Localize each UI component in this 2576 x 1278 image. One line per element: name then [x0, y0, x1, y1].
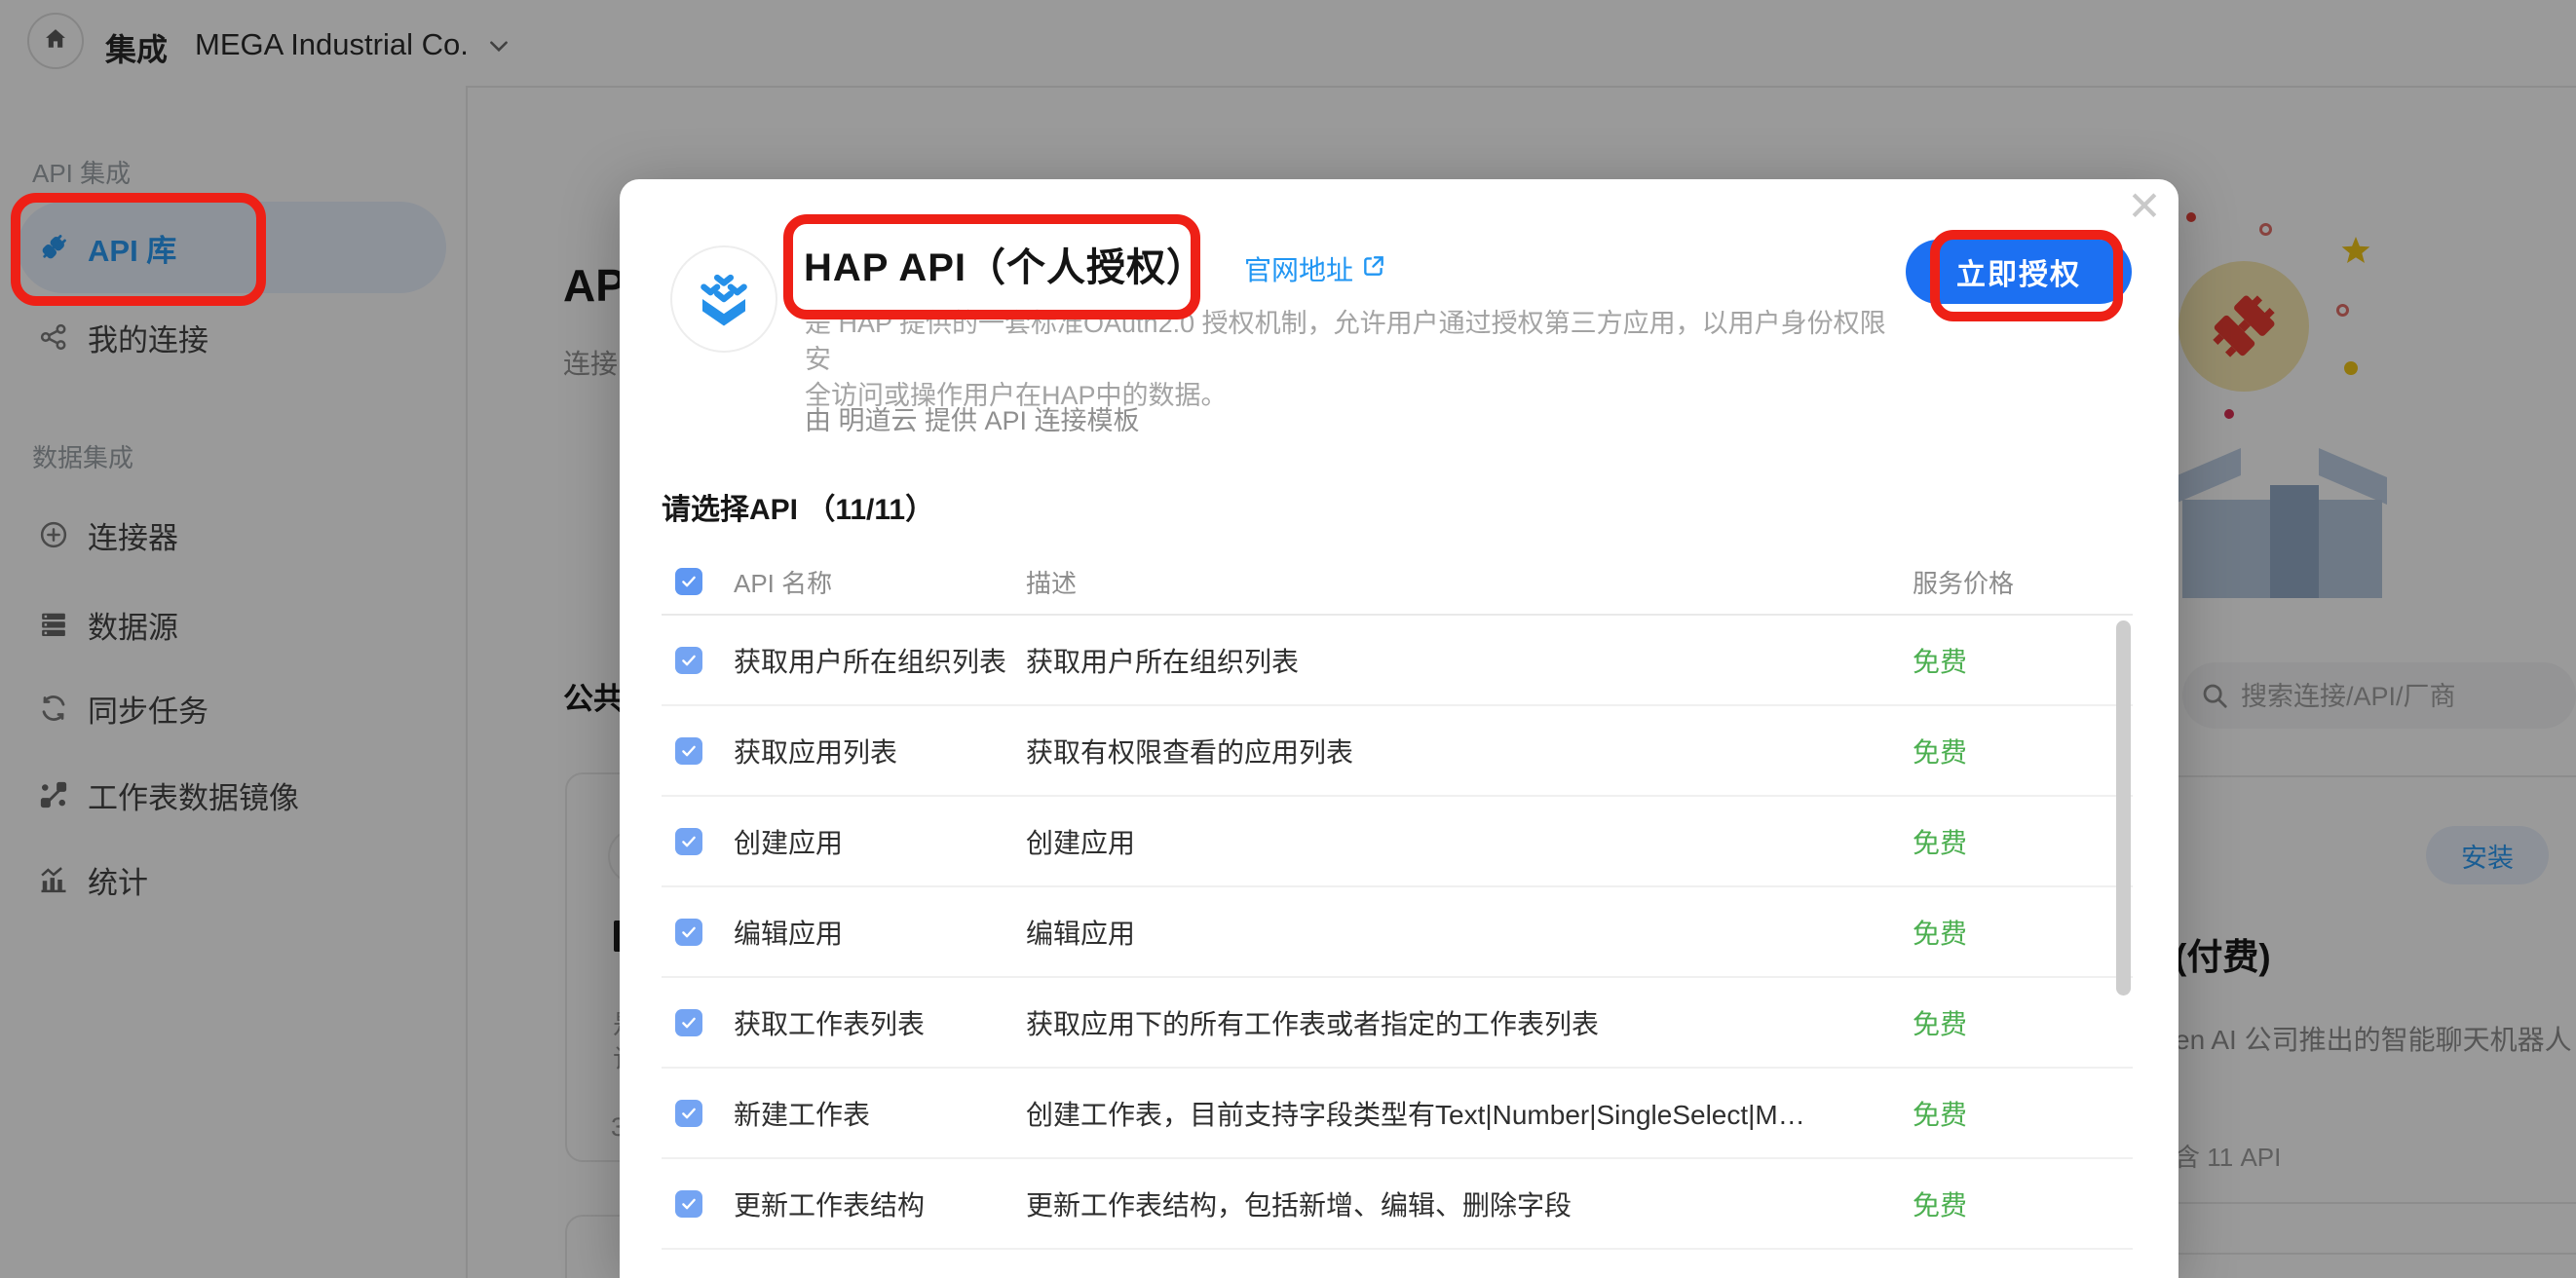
table-row: 创建应用 创建应用 免费: [662, 797, 2133, 887]
api-name-cell: 编辑应用: [734, 913, 1026, 952]
table-row: 新建工作表 创建工作表，目前支持字段类型有Text|Number|SingleS…: [662, 1069, 2133, 1159]
api-description-cell: 获取用户所在组织列表: [1026, 641, 1885, 680]
website-link[interactable]: 官网地址: [1244, 249, 1386, 288]
api-description-cell: 获取应用下的所有工作表或者指定的工作表列表: [1026, 1003, 1885, 1042]
api-name-cell: 获取应用列表: [734, 732, 1026, 771]
app-screen: 集成 MEGA Industrial Co. API 集成 API 库 我的连接…: [0, 0, 2576, 1278]
api-name-cell: 新建工作表: [734, 1094, 1026, 1133]
provider-note: 由 明道云 提供 API 连接模板: [805, 399, 1140, 437]
row-checkbox[interactable]: [675, 828, 702, 855]
api-price-cell: 免费: [1885, 641, 2133, 680]
api-price-cell: 免费: [1885, 913, 2133, 952]
close-icon[interactable]: ✕: [2120, 181, 2169, 230]
api-name-cell: 获取工作表列表: [734, 1003, 1026, 1042]
api-description-cell: 编辑应用: [1026, 913, 1885, 952]
api-price-cell: 免费: [1885, 732, 2133, 771]
select-api-heading: 请选择API （11/11）: [662, 485, 934, 528]
api-price-cell: 免费: [1885, 822, 2133, 861]
table-row: 获取用户所在组织列表 获取用户所在组织列表 免费: [662, 616, 2133, 706]
table-body: 获取用户所在组织列表 获取用户所在组织列表 免费 获取应用列表 获取有权限查看的…: [662, 616, 2133, 1250]
api-description-cell: 更新工作表结构，包括新增、编辑、删除字段: [1026, 1184, 1885, 1223]
api-table: API 名称 描述 服务价格 获取用户所在组织列表 获取用户所在组织列表 免费 …: [662, 549, 2133, 1250]
api-description-cell: 创建应用: [1026, 822, 1885, 861]
api-price-cell: 免费: [1885, 1184, 2133, 1223]
column-header: API 名称: [734, 564, 1026, 600]
authorize-now-button[interactable]: 立即授权: [1906, 240, 2132, 304]
api-price-cell: 免费: [1885, 1094, 2133, 1133]
column-header: 描述: [1026, 564, 1885, 600]
row-checkbox[interactable]: [675, 737, 702, 765]
select-all-checkbox[interactable]: [675, 568, 702, 595]
table-header-row: API 名称 描述 服务价格: [662, 549, 2133, 614]
hap-logo: [670, 245, 777, 353]
api-name-cell: 更新工作表结构: [734, 1184, 1026, 1223]
row-checkbox[interactable]: [675, 919, 702, 946]
table-scrollbar[interactable]: [2116, 620, 2131, 996]
modal-title: HAP API（个人授权）: [804, 236, 1206, 292]
external-link-icon: [1361, 253, 1386, 285]
api-description-cell: 创建工作表，目前支持字段类型有Text|Number|SingleSelect|…: [1026, 1094, 1885, 1133]
table-row: 获取应用列表 获取有权限查看的应用列表 免费: [662, 706, 2133, 797]
api-name-cell: 创建应用: [734, 822, 1026, 861]
api-authorize-modal: ✕ HAP API（个人授权） 官网地址 立即授权 是 HAP 提供的一套标准O…: [620, 179, 2178, 1278]
row-checkbox[interactable]: [675, 1100, 702, 1127]
table-row: 编辑应用 编辑应用 免费: [662, 887, 2133, 978]
api-name-cell: 获取用户所在组织列表: [734, 641, 1026, 680]
table-row: 更新工作表结构 更新工作表结构，包括新增、编辑、删除字段 免费: [662, 1159, 2133, 1250]
row-checkbox[interactable]: [675, 1009, 702, 1036]
api-description-cell: 获取有权限查看的应用列表: [1026, 732, 1885, 771]
row-checkbox[interactable]: [675, 1190, 702, 1218]
modal-description: 是 HAP 提供的一套标准OAuth2.0 授权机制，允许用户通过授权第三方应用…: [805, 306, 1896, 414]
api-price-cell: 免费: [1885, 1003, 2133, 1042]
column-header: 服务价格: [1885, 564, 2133, 600]
row-checkbox[interactable]: [675, 647, 702, 674]
table-row: 获取工作表列表 获取应用下的所有工作表或者指定的工作表列表 免费: [662, 978, 2133, 1069]
